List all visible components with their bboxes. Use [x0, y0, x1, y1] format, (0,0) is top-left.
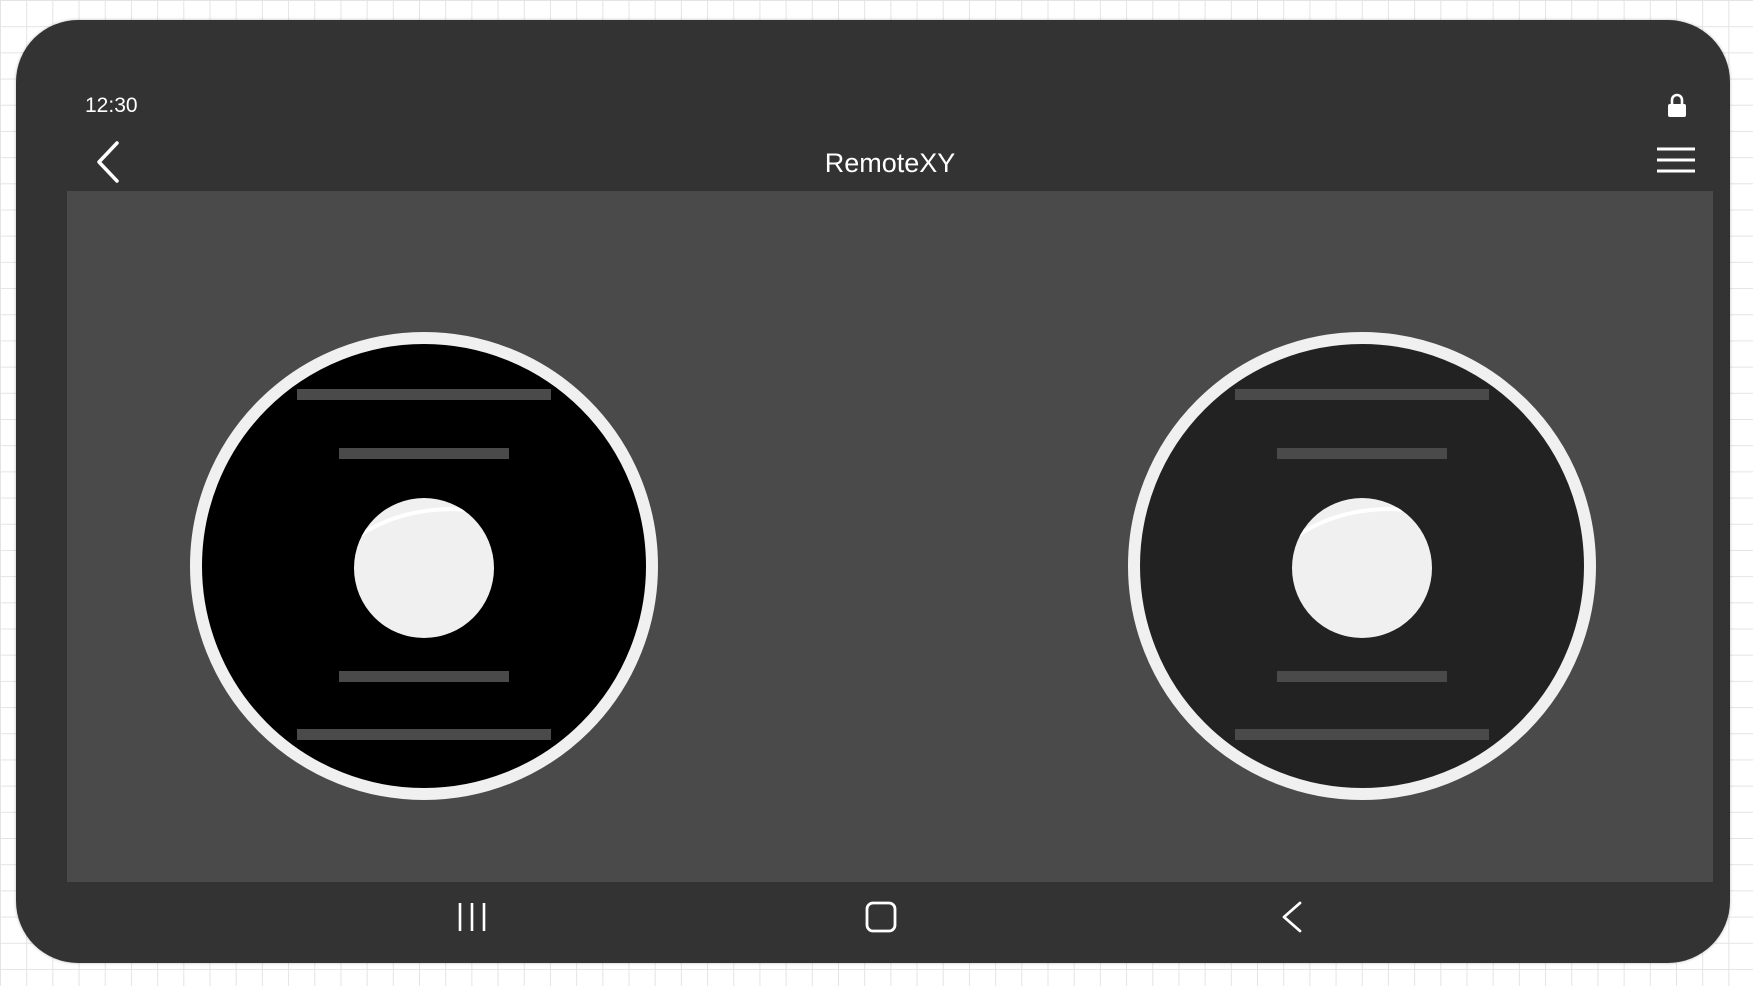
joystick-mark — [339, 671, 509, 682]
joystick-mark — [297, 389, 551, 400]
status-bar: 12:30 — [67, 77, 1713, 133]
status-time: 12:30 — [85, 94, 138, 117]
app-bar: RemoteXY — [67, 133, 1713, 191]
joystick-knob[interactable] — [354, 498, 494, 638]
left-joystick[interactable] — [189, 331, 659, 801]
navigation-bar — [67, 882, 1713, 952]
recent-apps-button[interactable] — [447, 896, 497, 940]
joystick-mark — [297, 729, 551, 740]
joystick-mark — [1277, 448, 1447, 459]
home-icon — [865, 901, 897, 933]
joystick-mark — [1235, 389, 1489, 400]
joystick-mark — [339, 448, 509, 459]
right-joystick[interactable] — [1127, 331, 1597, 801]
lock-icon — [1665, 93, 1689, 119]
device-frame: 12:30 RemoteXY — [16, 20, 1730, 963]
app-title: RemoteXY — [824, 148, 956, 178]
nav-back-icon — [1282, 901, 1302, 933]
menu-button[interactable] — [1651, 141, 1699, 183]
recent-apps-icon — [458, 903, 486, 931]
joystick-knob[interactable] — [1292, 498, 1432, 638]
hamburger-menu-icon — [1657, 147, 1695, 173]
control-panel — [67, 191, 1713, 882]
joystick-mark — [1235, 729, 1489, 740]
home-button[interactable] — [857, 896, 907, 940]
joystick-mark — [1277, 671, 1447, 682]
nav-back-button[interactable] — [1267, 896, 1317, 940]
